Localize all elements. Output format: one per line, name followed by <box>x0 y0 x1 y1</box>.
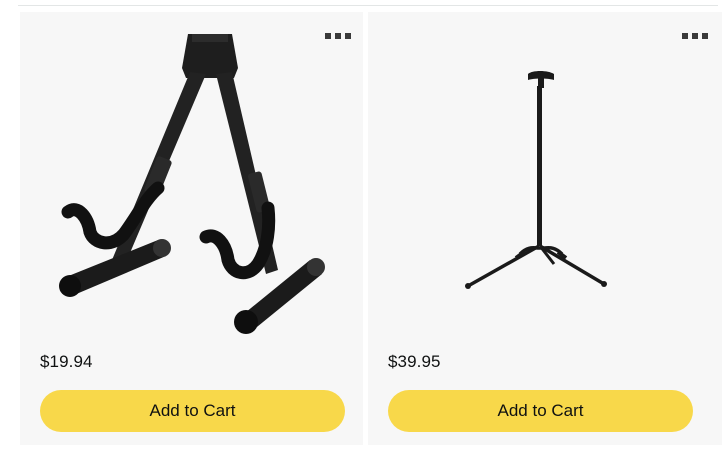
product-price: $19.94 <box>40 352 93 371</box>
product-image-tripod-stand[interactable] <box>368 12 722 342</box>
product-card: $39.95 Add to Cart <box>368 12 722 445</box>
product-card: $19.94 Add to Cart <box>20 12 363 445</box>
add-to-cart-button[interactable]: Add to Cart <box>40 390 345 432</box>
product-grid: $19.94 Add to Cart $39.95 Add to Cart <box>20 12 722 445</box>
more-options-icon[interactable] <box>680 28 710 44</box>
product-price: $39.95 <box>388 352 441 371</box>
add-to-cart-button[interactable]: Add to Cart <box>388 390 693 432</box>
top-divider <box>18 5 718 6</box>
product-image-a-frame-stand[interactable] <box>20 12 363 342</box>
more-options-icon[interactable] <box>323 28 353 44</box>
